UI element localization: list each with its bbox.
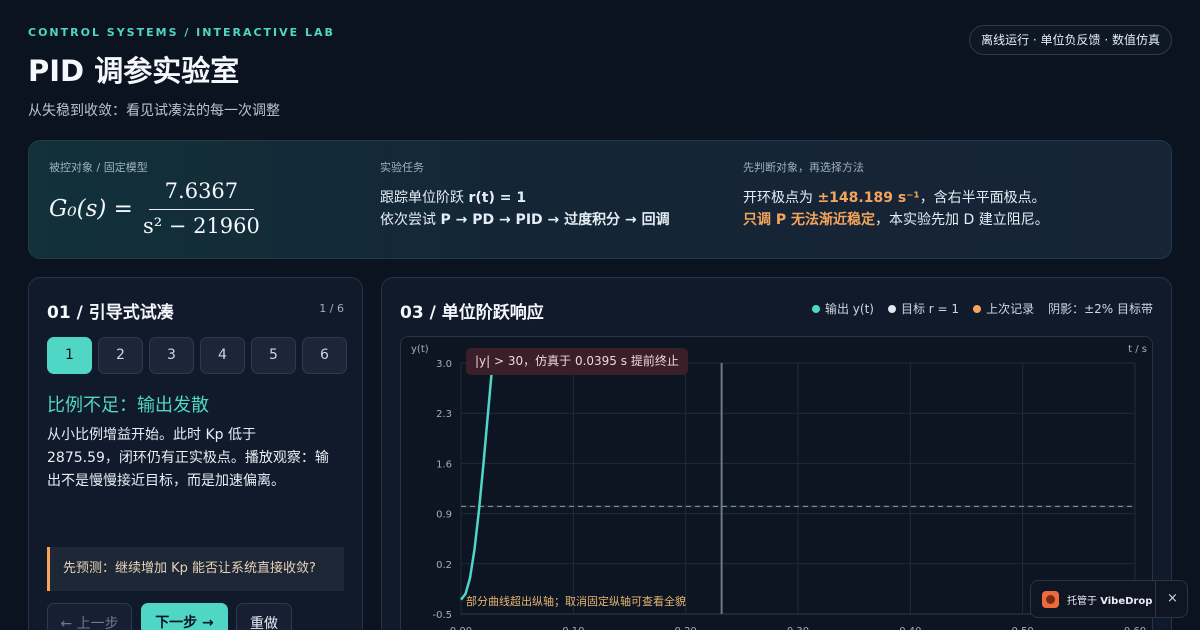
x-tick-label: 0.10	[562, 626, 584, 630]
y-tick-label: 0.9	[436, 510, 452, 521]
legend-output-label: 输出 y(t)	[824, 302, 874, 316]
x-tick-label: 0.40	[899, 626, 921, 630]
task-line2-bold: P → PD → PID → 过度积分 → 回调	[440, 212, 670, 228]
legend-output-dot	[811, 305, 820, 313]
judge-label: 先判断对象，再选择方法	[743, 161, 864, 174]
x-tick-label: 0.50	[1012, 626, 1034, 630]
axis-clip-note: 部分曲线超出纵轴；取消固定纵轴可查看全貌	[466, 595, 686, 608]
step-button-1[interactable]: 1	[47, 337, 92, 374]
formula-lhs: G₀(s) =	[49, 195, 133, 222]
judge-column: 先判断对象，再选择方法 开环极点为 ±148.189 s⁻¹，含右半平面极点。 …	[743, 159, 1049, 231]
vibedrop-prefix: 托管于	[1067, 595, 1101, 607]
legend-target: 目标 r = 1	[887, 300, 960, 317]
task-line1-prefix: 跟踪单位阶跃	[380, 190, 469, 206]
step-button-2[interactable]: 2	[98, 337, 143, 374]
step-button-5[interactable]: 5	[251, 337, 296, 374]
formula-numerator: 7.6367	[148, 179, 255, 210]
early-stop-warning: |y| > 30，仿真于 0.0395 s 提前终止	[466, 348, 688, 375]
response-panel: 03 / 单位阶跃响应 输出 y(t) 目标 r = 1 上次记录 阴影：±2%…	[381, 277, 1172, 630]
guide-panel: 01 / 引导式试凑 1 / 6 1 2 3 4 5 6 比例不足：输出发散 从…	[28, 277, 363, 630]
plant-formula: G₀(s) = 7.6367 s² − 21960	[49, 179, 260, 238]
mode-badge: 离线运行 · 单位负反馈 · 数值仿真	[969, 25, 1172, 55]
formula-fraction: 7.6367 s² − 21960	[143, 179, 260, 238]
plant-column: 被控对象 / 固定模型	[49, 159, 148, 175]
x-axis-label: t / s	[1128, 344, 1147, 355]
page-title: PID 调参实验室	[28, 54, 240, 88]
legend-output: 输出 y(t)	[811, 300, 874, 317]
legend-last: 上次记录	[973, 300, 1034, 317]
y-tick-label: 0.2	[436, 560, 452, 571]
eyebrow-label: CONTROL SYSTEMS / INTERACTIVE LAB	[28, 26, 335, 39]
y-tick-label: 1.6	[436, 459, 452, 470]
judge-line1-suffix: ，含右半平面极点。	[919, 190, 1046, 206]
legend-last-label: 上次记录	[986, 302, 1035, 316]
page-subtitle: 从失稳到收敛：看见试凑法的每一次调整	[28, 103, 280, 119]
vibedrop-logo-icon	[1042, 590, 1059, 608]
y-tick-label: 3.0	[436, 359, 452, 370]
vibedrop-separator	[1155, 581, 1156, 617]
y-tick-label: -0.5	[432, 610, 452, 621]
vibedrop-badge[interactable]: 托管于 VibeDrop ×	[1030, 580, 1188, 618]
plant-info-card: 被控对象 / 固定模型 G₀(s) = 7.6367 s² − 21960 实验…	[28, 140, 1172, 259]
formula-denominator: s² − 21960	[142, 214, 260, 238]
prev-step-button[interactable]: ← 上一步	[47, 603, 132, 630]
legend-band: 阴影：±2% 目标带	[1048, 302, 1153, 316]
step-button-6[interactable]: 6	[302, 337, 347, 374]
task-line2-prefix: 依次尝试	[380, 212, 441, 228]
task-label: 实验任务	[380, 161, 424, 174]
step-heading: 比例不足：输出发散	[47, 395, 209, 416]
guide-panel-title: 01 / 引导式试凑	[47, 303, 174, 323]
y-tick-label: 2.3	[436, 409, 452, 420]
chart-legend: 输出 y(t) 目标 r = 1 上次记录 阴影：±2% 目标带	[811, 300, 1153, 317]
task-column: 实验任务 跟踪单位阶跃 r(t) = 1 依次尝试 P → PD → PID →…	[380, 159, 670, 231]
judge-line1-prefix: 开环极点为	[743, 190, 818, 206]
step-selector: 1 2 3 4 5 6	[47, 337, 347, 374]
vibedrop-brand: VibeDrop	[1100, 595, 1153, 607]
step-description: 从小比例增益开始。此时 Kp 低于 2875.59，闭环仍有正实极点。播放观察：…	[47, 427, 329, 489]
plant-label: 被控对象 / 固定模型	[49, 161, 148, 174]
judge-warning: 只调 P 无法渐近稳定	[743, 212, 876, 228]
legend-target-dot	[887, 305, 896, 313]
next-step-button[interactable]: 下一步 →	[141, 603, 228, 630]
x-tick-label: 0.30	[787, 626, 809, 630]
judge-text: 开环极点为 ±148.189 s⁻¹，含右半平面极点。 只调 P 无法渐近稳定，…	[743, 187, 1049, 231]
prediction-prompt: 先预测：继续增加 Kp 能否让系统直接收敛?	[47, 547, 344, 591]
task-text: 跟踪单位阶跃 r(t) = 1 依次尝试 P → PD → PID → 过度积分…	[380, 187, 670, 231]
y-axis-label: y(t)	[411, 344, 429, 355]
legend-target-label: 目标 r = 1	[900, 302, 960, 316]
pole-value: ±148.189 s⁻¹	[817, 190, 920, 206]
step-counter: 1 / 6	[319, 302, 344, 315]
close-icon[interactable]: ×	[1167, 591, 1178, 606]
response-panel-title: 03 / 单位阶跃响应	[400, 303, 544, 323]
vibedrop-text: 托管于 VibeDrop	[1067, 592, 1152, 607]
x-tick-label: 0.00	[450, 626, 472, 630]
step-button-4[interactable]: 4	[200, 337, 245, 374]
step-button-3[interactable]: 3	[149, 337, 194, 374]
reset-button[interactable]: 重做	[236, 603, 292, 630]
judge-line2-suffix: ，本实验先加 D 建立阻尼。	[875, 212, 1049, 228]
legend-last-dot	[973, 305, 982, 313]
x-tick-label: 0.60	[1124, 626, 1146, 630]
task-line1-bold: r(t) = 1	[468, 190, 527, 206]
x-tick-label: 0.20	[675, 626, 697, 630]
